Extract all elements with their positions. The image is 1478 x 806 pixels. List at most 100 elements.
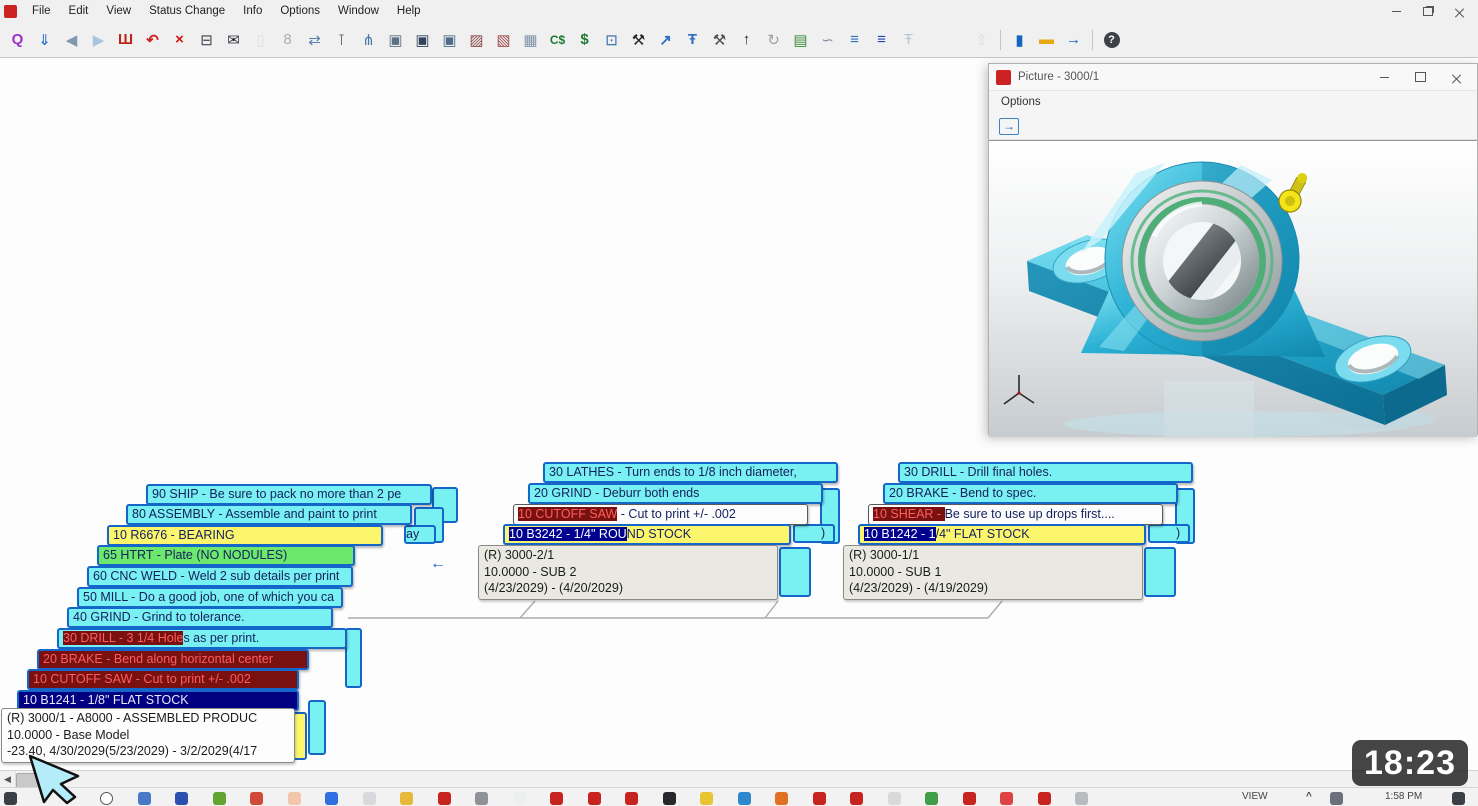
taskbar-app-icon[interactable]	[250, 792, 263, 805]
taskbar-app-icon[interactable]	[138, 792, 151, 805]
start-button-icon[interactable]	[4, 792, 17, 805]
send-up-icon[interactable]: ⇧	[968, 27, 995, 52]
notification-icon[interactable]	[1452, 792, 1465, 805]
paperclip-icon[interactable]: ∽	[814, 27, 841, 52]
operation-card[interactable]: 60 CNC WELD - Weld 2 sub details per pri…	[87, 566, 353, 587]
checkout-icon[interactable]: ⇄	[301, 27, 328, 52]
document-search-icon[interactable]: ⊡	[598, 27, 625, 52]
operation-card[interactable]: 40 GRIND - Grind to tolerance.	[67, 607, 333, 628]
email-icon[interactable]: ✉	[220, 27, 247, 52]
forward-icon[interactable]: ▶	[85, 27, 112, 52]
picture-window-titlebar[interactable]: Picture - 3000/1	[989, 64, 1477, 91]
operation-card[interactable]: 10 CUTOFF SAW - Cut to print +/- .002	[27, 669, 299, 690]
taskbar-app-icon[interactable]	[738, 792, 751, 805]
search-icon[interactable]: Q	[4, 27, 31, 52]
refresh-icon[interactable]: ↻	[760, 27, 787, 52]
menu-options[interactable]: Options	[271, 5, 329, 17]
tray-clock[interactable]: 1:58 PM	[1385, 791, 1422, 802]
taskbar-app-icon[interactable]	[1038, 792, 1051, 805]
undo-icon[interactable]: ↶	[139, 27, 166, 52]
operation-card[interactable]: 65 HTRT - Plate (NO NODULES)	[97, 545, 355, 566]
taskbar-app-icon[interactable]	[588, 792, 601, 805]
node-edit-icon[interactable]: ▣	[409, 27, 436, 52]
tools-icon[interactable]: ⚒	[625, 27, 652, 52]
route-left-arrow-icon[interactable]: ←	[430, 555, 446, 573]
notebook-icon[interactable]: ▤	[787, 27, 814, 52]
open-document-icon[interactable]: ⇓	[31, 27, 58, 52]
taskbar-app-icon[interactable]	[213, 792, 226, 805]
dollar-icon[interactable]: $	[571, 27, 598, 52]
filter-icon[interactable]: Ŧ	[679, 27, 706, 52]
taskbar-app-icon[interactable]	[925, 792, 938, 805]
table-icon[interactable]: ▦	[517, 27, 544, 52]
paste-icon[interactable]: ▯	[247, 27, 274, 52]
operation-card[interactable]: 10 SHEAR - Be sure to use up drops first…	[868, 504, 1163, 525]
taskbar-app-icon[interactable]	[888, 792, 901, 805]
chart-icon[interactable]: ↗	[652, 27, 679, 52]
node-copy-icon[interactable]: ▣	[436, 27, 463, 52]
taskbar-app-icon[interactable]	[438, 792, 451, 805]
menu-file[interactable]: File	[23, 5, 60, 17]
menu-info[interactable]: Info	[234, 5, 271, 17]
taskbar-app-icon[interactable]	[325, 792, 338, 805]
taskbar-app-icon[interactable]	[1000, 792, 1013, 805]
operation-card[interactable]: 20 BRAKE - Bend to spec.	[883, 483, 1178, 504]
taskbar-app-icon[interactable]	[175, 792, 188, 805]
taskbar-app-icon[interactable]	[700, 792, 713, 805]
close-icon[interactable]	[1455, 7, 1464, 16]
picture-minimize-icon[interactable]	[1380, 77, 1389, 78]
taskbar-app-icon[interactable]	[513, 792, 526, 805]
operation-card[interactable]: 20 GRIND - Deburr both ends	[528, 483, 823, 504]
operation-card[interactable]: 20 BRAKE - Bend along horizontal center	[37, 649, 309, 670]
menu-status-change[interactable]: Status Change	[140, 5, 234, 17]
taskbar-app-icon[interactable]	[663, 792, 676, 805]
node-delete-icon[interactable]: ▧	[490, 27, 517, 52]
node-block-icon[interactable]: ▨	[463, 27, 490, 52]
open-folder-icon[interactable]: ▬	[1033, 27, 1060, 52]
taskbar-app-icon[interactable]	[963, 792, 976, 805]
operation-card[interactable]: 10 B3242 - 1/4" ROUND STOCK	[503, 524, 791, 545]
delete-icon[interactable]: Ш	[112, 27, 139, 52]
outline-alt-icon[interactable]: ≡	[868, 27, 895, 52]
tray-icon[interactable]	[1330, 792, 1343, 805]
taskbar-app-icon[interactable]	[475, 792, 488, 805]
new-window-icon[interactable]: ▮	[1006, 27, 1033, 52]
operation-card[interactable]: 10 B1242 - 1/4" FLAT STOCK	[858, 524, 1146, 545]
picture-options-menu[interactable]: Options	[989, 96, 1053, 108]
cost-icon[interactable]: C$	[544, 27, 571, 52]
scroll-left-icon[interactable]: ◀	[0, 771, 16, 788]
tray-caret-icon[interactable]: ^	[1306, 791, 1312, 802]
part-info-card[interactable]: (R) 3000-1/110.0000 - SUB 1(4/23/2029) -…	[843, 545, 1143, 600]
menu-window[interactable]: Window	[329, 5, 388, 17]
3d-viewport[interactable]	[989, 140, 1477, 437]
operation-card[interactable]: 10 CUTOFF SAW - Cut to print +/- .002	[513, 504, 808, 525]
part-info-card[interactable]: (R) 3000-2/110.0000 - SUB 2(4/23/2029) -…	[478, 545, 778, 600]
menu-edit[interactable]: Edit	[60, 5, 98, 17]
taskbar-app-icon[interactable]	[100, 792, 113, 805]
taskbar-app-icon[interactable]	[775, 792, 788, 805]
menu-help[interactable]: Help	[388, 5, 430, 17]
taskbar-app-icon[interactable]	[550, 792, 563, 805]
taskbar-app-icon[interactable]	[625, 792, 638, 805]
horizontal-scrollbar[interactable]: ◀	[0, 770, 1478, 788]
outline-icon[interactable]: ≡	[841, 27, 868, 52]
operation-card[interactable]: 50 MILL - Do a good job, one of which yo…	[77, 587, 343, 608]
flow-icon[interactable]: ⋔	[355, 27, 382, 52]
taskbar-app-icon[interactable]	[288, 792, 301, 805]
minimize-icon[interactable]	[1392, 11, 1401, 12]
picture-close-icon[interactable]	[1452, 73, 1461, 82]
operation-card[interactable]: 80 ASSEMBLY - Assemble and paint to prin…	[126, 504, 412, 525]
filter-off-icon[interactable]: Ŧ	[895, 27, 922, 52]
pin-icon[interactable]: ⊺	[328, 27, 355, 52]
operation-card[interactable]: 10 R6676 - BEARING	[107, 525, 383, 546]
exit-app-icon[interactable]: →	[1060, 27, 1087, 52]
back-icon[interactable]: ◀	[58, 27, 85, 52]
key-icon[interactable]: 8	[274, 27, 301, 52]
hammer-icon[interactable]: ⚒	[706, 27, 733, 52]
restore-icon[interactable]	[1423, 7, 1433, 16]
taskbar-app-icon[interactable]	[850, 792, 863, 805]
node-view-icon[interactable]: ▣	[382, 27, 409, 52]
operation-card[interactable]: 30 DRILL - Drill final holes.	[898, 462, 1193, 483]
print-icon[interactable]: ⊟	[193, 27, 220, 52]
taskbar-app-icon[interactable]	[363, 792, 376, 805]
